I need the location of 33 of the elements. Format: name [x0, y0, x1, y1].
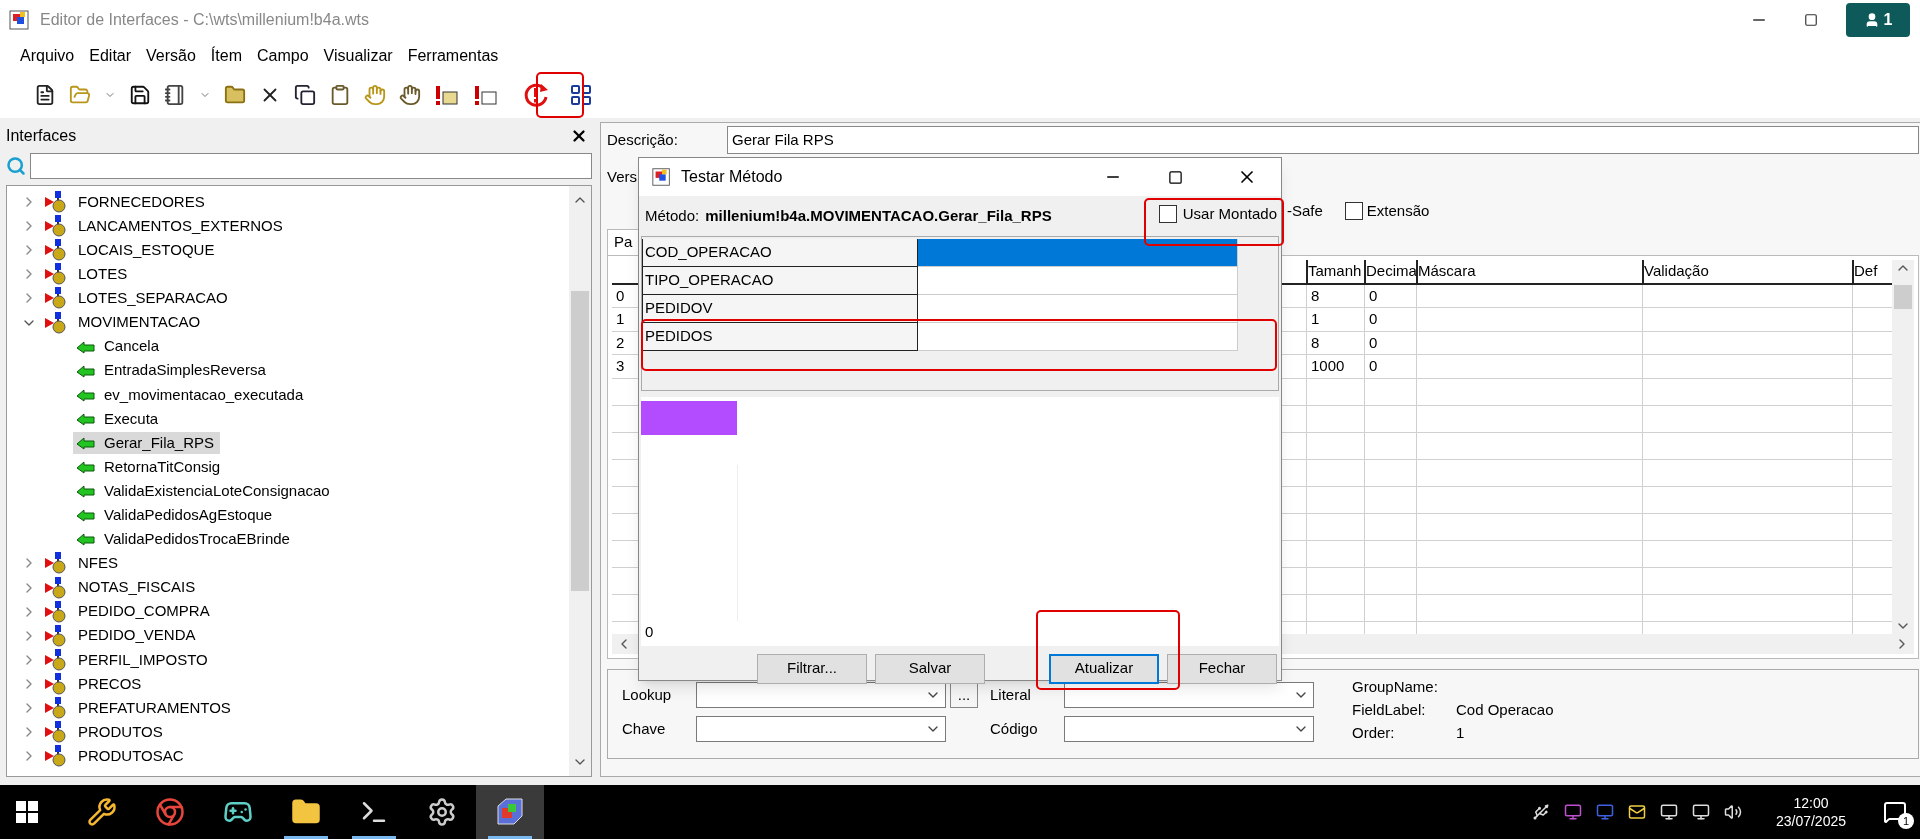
field-label: Literal — [990, 684, 1032, 705]
table-cell: 8 — [1306, 284, 1364, 307]
row-count: 0 — [644, 622, 655, 642]
parameter-name: COD_OPERACAO — [642, 239, 918, 267]
method-label: Método: — [645, 205, 700, 226]
notification-count: 1 — [1898, 813, 1914, 829]
table-cell: 1 — [1306, 308, 1364, 331]
field-label: Chave — [622, 718, 667, 739]
table-cell: 8 — [1306, 331, 1364, 354]
table-cell: 0 — [1364, 355, 1416, 378]
checkbox-label: -Safe — [1287, 200, 1323, 221]
info-label: FieldLabel: — [1352, 700, 1427, 719]
table-cell: 1000 — [1306, 355, 1364, 378]
checkbox-label: Extensão — [1366, 200, 1430, 221]
info-value: 1 — [1456, 723, 1465, 742]
checkbox-label: Usar Montado — [1182, 203, 1277, 224]
parameter-name: TIPO_OPERACAO — [642, 267, 918, 295]
dialog-title: Testar Método — [681, 167, 783, 187]
method-name: millenium!b4a.MOVIMENTACAO.Gerar_Fila_RPS — [705, 205, 1052, 226]
field-label: Descrição: — [607, 129, 679, 150]
parameter-name: PEDIDOV — [642, 295, 918, 323]
info-label: Order: — [1352, 723, 1396, 742]
info-value: Cod Operacao — [1456, 700, 1554, 719]
window-title: Editor de Interfaces - C:\wts\millenium!b4a.wts — [40, 10, 369, 30]
field-label: Vers — [607, 166, 637, 187]
parameter-name: PEDIDOS — [642, 323, 918, 351]
table-cell: 0 — [1364, 284, 1416, 307]
field-label: Lookup — [622, 684, 673, 705]
table-cell: 0 — [1364, 331, 1416, 354]
panel-title: Interfaces — [6, 126, 77, 146]
info-label: GroupName: — [1352, 677, 1439, 696]
field-label: Código — [990, 718, 1039, 739]
table-cell: 0 — [1364, 308, 1416, 331]
